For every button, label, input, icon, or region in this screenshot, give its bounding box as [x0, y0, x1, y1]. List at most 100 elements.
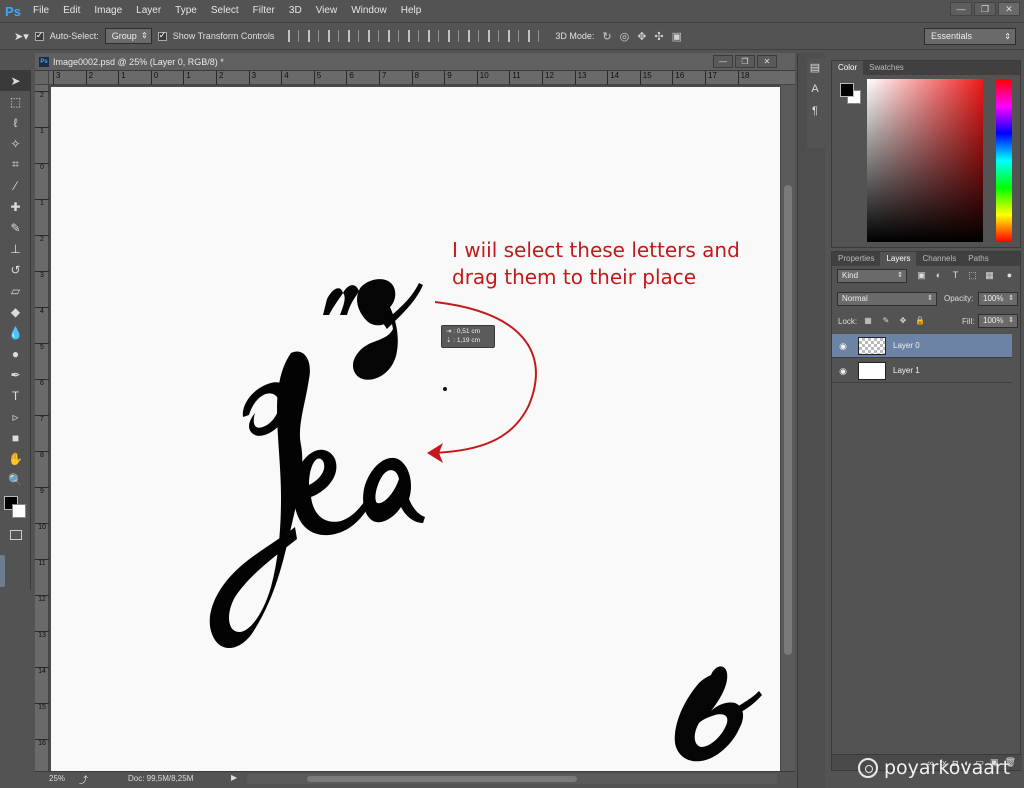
fill-input[interactable]: 100%	[978, 314, 1018, 328]
move-tool-icon[interactable]: ➤	[0, 70, 31, 91]
filter-pixel-icon[interactable]: ▣	[916, 270, 927, 281]
crop-tool-icon[interactable]: ⌗	[0, 154, 31, 175]
lock-image-icon[interactable]: ✎	[881, 316, 891, 326]
doc-restore-button[interactable]: ❐	[735, 55, 755, 68]
align-hcenter-icon[interactable]	[368, 30, 380, 42]
minimize-button[interactable]: —	[950, 2, 972, 16]
eraser-tool-icon[interactable]: ▱	[0, 280, 31, 301]
layer-row-layer-1[interactable]: ◉ Layer 1	[832, 359, 1012, 383]
document-tab[interactable]: Ps Image0002.psd @ 25% (Layer 0, RGB/8) …	[35, 53, 795, 71]
3d-roll-icon[interactable]: ◎	[620, 30, 630, 43]
tab-color[interactable]: Color	[832, 61, 864, 75]
character-panel-icon[interactable]: A	[807, 80, 823, 98]
menu-filter[interactable]: Filter	[246, 0, 282, 22]
brush-tool-icon[interactable]: ✎	[0, 217, 31, 238]
canvas[interactable]	[51, 87, 780, 773]
doc-minimize-button[interactable]: —	[713, 55, 733, 68]
color-picker-field[interactable]	[867, 79, 983, 242]
clone-stamp-tool-icon[interactable]: ⊥	[0, 238, 31, 259]
menu-3d[interactable]: 3D	[282, 0, 309, 22]
visibility-eye-icon[interactable]: ◉	[837, 366, 849, 376]
menu-help[interactable]: Help	[394, 0, 429, 22]
lasso-tool-icon[interactable]: ℓ	[0, 112, 31, 133]
dodge-tool-icon[interactable]: ●	[0, 343, 31, 364]
eyedropper-tool-icon[interactable]: ⁄	[0, 175, 31, 196]
menu-file[interactable]: File	[26, 0, 56, 22]
left-panel-tab[interactable]	[0, 555, 5, 587]
3d-scale-icon[interactable]: ▣	[672, 30, 682, 43]
pen-tool-icon[interactable]: ✒	[0, 364, 31, 385]
tab-swatches[interactable]: Swatches	[863, 61, 910, 75]
vertical-scrollbar[interactable]	[781, 85, 795, 773]
distribute-bottom-icon[interactable]	[448, 30, 460, 42]
tab-channels[interactable]: Channels	[916, 252, 962, 266]
align-right-icon[interactable]	[388, 30, 400, 42]
filter-type-icon[interactable]: T	[950, 270, 961, 281]
align-top-icon[interactable]	[288, 30, 300, 42]
workspace-dropdown[interactable]: Essentials	[924, 28, 1016, 45]
path-selection-tool-icon[interactable]: ▹	[0, 406, 31, 427]
3d-slide-icon[interactable]: ✣	[654, 30, 663, 43]
horizontal-ruler[interactable]: 3 2 1 0 1 2 3 4 5 6 7 8 9 10 11 12 13 14 15 16 17 18	[49, 71, 795, 85]
vertical-ruler[interactable]: 2 1 0 1 2 3 4 5 6 7 8 9 10 11 12 13 14 15 16	[35, 85, 49, 773]
healing-brush-tool-icon[interactable]: ✚	[0, 196, 31, 217]
distribute-right-icon[interactable]	[508, 30, 520, 42]
doc-close-button[interactable]: ✕	[757, 55, 777, 68]
lock-transparent-icon[interactable]: ▦	[863, 316, 873, 326]
tab-layers[interactable]: Layers	[880, 252, 917, 266]
blur-tool-icon[interactable]: 💧	[0, 322, 31, 343]
horizontal-scrollbar[interactable]	[247, 774, 777, 784]
history-panel-icon[interactable]: ▤	[807, 58, 823, 76]
opacity-input[interactable]: 100%	[978, 292, 1018, 306]
menu-view[interactable]: View	[309, 0, 345, 22]
status-menu-arrow-icon[interactable]: ▶	[231, 773, 237, 782]
3d-drag-icon[interactable]: ✥	[637, 30, 646, 43]
visibility-eye-icon[interactable]: ◉	[837, 341, 849, 351]
tab-paths[interactable]: Paths	[962, 252, 994, 266]
restore-button[interactable]: ❐	[974, 2, 996, 16]
filter-smart-object-icon[interactable]: ▦	[984, 270, 995, 281]
menu-layer[interactable]: Layer	[129, 0, 168, 22]
hand-tool-icon[interactable]: ✋	[0, 448, 31, 469]
align-left-icon[interactable]	[348, 30, 360, 42]
magic-wand-tool-icon[interactable]: ✧	[0, 133, 31, 154]
distribute-hcenter-icon[interactable]	[488, 30, 500, 42]
filter-shape-icon[interactable]: ⬚	[967, 270, 978, 281]
quick-mask-button[interactable]	[0, 526, 31, 544]
color-panel-foreground[interactable]	[840, 83, 854, 97]
move-tool-preset-icon[interactable]: ➤▾	[14, 30, 29, 43]
export-icon[interactable]: ⤴	[79, 773, 88, 786]
lock-position-icon[interactable]: ✥	[898, 316, 908, 326]
filter-toggle-icon[interactable]: ●	[1004, 270, 1015, 281]
letters-ng[interactable]	[323, 279, 423, 380]
rectangle-tool-icon[interactable]: ■	[0, 427, 31, 448]
lock-all-icon[interactable]: 🔒	[915, 316, 925, 326]
menu-image[interactable]: Image	[87, 0, 129, 22]
letter-b[interactable]	[674, 666, 762, 762]
zoom-level[interactable]: 25%	[49, 774, 65, 783]
horizontal-scroll-thumb[interactable]	[307, 776, 577, 782]
vertical-scroll-thumb[interactable]	[784, 185, 792, 655]
auto-select-checkbox[interactable]	[34, 30, 44, 41]
history-brush-tool-icon[interactable]: ↺	[0, 259, 31, 280]
zoom-tool-icon[interactable]: 🔍	[0, 469, 31, 490]
blend-mode-dropdown[interactable]: Normal	[837, 292, 937, 306]
menu-edit[interactable]: Edit	[56, 0, 87, 22]
3d-rotate-icon[interactable]: ↻	[602, 30, 611, 43]
layer-filter-dropdown[interactable]: Kind	[837, 269, 907, 283]
marquee-tool-icon[interactable]: ⬚	[0, 91, 31, 112]
paragraph-panel-icon[interactable]: ¶	[807, 102, 823, 120]
menu-window[interactable]: Window	[344, 0, 394, 22]
distribute-left-icon[interactable]	[468, 30, 480, 42]
filter-adjustment-icon[interactable]: ◐	[933, 270, 944, 281]
paint-bucket-tool-icon[interactable]: ◆	[0, 301, 31, 322]
auto-select-dropdown[interactable]: Group	[104, 28, 152, 44]
tab-properties[interactable]: Properties	[832, 252, 880, 266]
letters-gea[interactable]	[209, 351, 425, 649]
type-tool-icon[interactable]: T	[0, 385, 31, 406]
auto-align-icon[interactable]	[528, 30, 540, 42]
distribute-top-icon[interactable]	[408, 30, 420, 42]
hue-slider[interactable]	[996, 79, 1012, 242]
menu-type[interactable]: Type	[168, 0, 204, 22]
align-bottom-icon[interactable]	[328, 30, 340, 42]
